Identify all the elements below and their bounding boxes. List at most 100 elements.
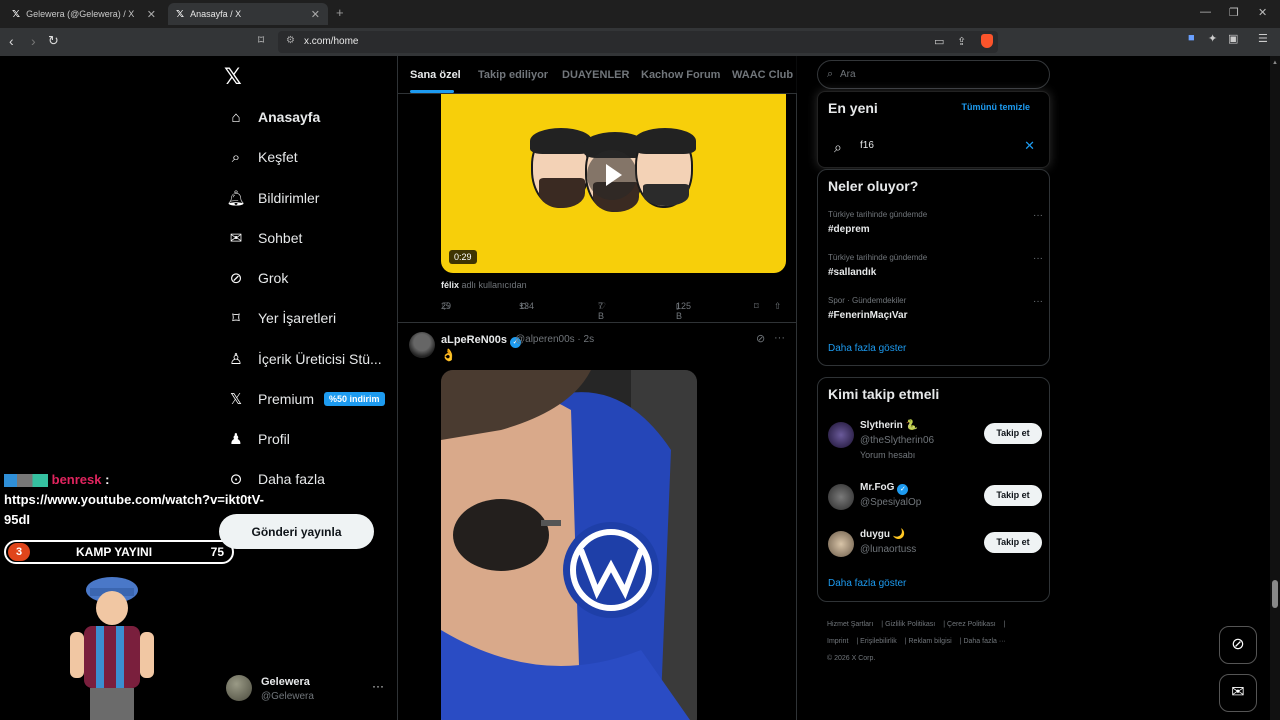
- clear-all-button[interactable]: Tümünü temizle: [961, 102, 1030, 112]
- nav-messages[interactable]: ✉ Sohbet: [226, 223, 303, 253]
- goal-count: 75: [210, 545, 224, 559]
- play-icon[interactable]: [587, 150, 637, 200]
- grok-icon: ⊘: [229, 270, 243, 287]
- video-player[interactable]: 0:29: [441, 94, 786, 273]
- cartoon-face: [634, 128, 696, 208]
- menu-icon[interactable]: ☰: [1258, 32, 1268, 45]
- share-icon[interactable]: ⇪: [957, 35, 966, 48]
- messages-fab-icon[interactable]: ✉: [1219, 674, 1257, 712]
- nav-label: Anasayfa: [258, 109, 321, 125]
- suggestion-handle: @lunaortuss: [860, 544, 917, 555]
- bookmark-page-icon[interactable]: ⌑: [258, 33, 264, 47]
- reload-icon[interactable]: ↻: [48, 33, 59, 49]
- back-icon[interactable]: ‹: [9, 33, 14, 49]
- scrollbar-thumb[interactable]: [1272, 580, 1278, 608]
- post-author-name[interactable]: aLpeReN00s ✓: [441, 334, 522, 348]
- recent-query[interactable]: f16: [860, 140, 874, 151]
- show-more-follow-link[interactable]: Daha fazla göster: [828, 578, 906, 589]
- nav-label: Bildirimler: [258, 190, 320, 206]
- follow-suggestion[interactable]: Slytherin 🐍 @theSlytherin06 Yorum hesabı…: [828, 420, 1043, 464]
- maximize-icon[interactable]: ❐: [1229, 6, 1239, 19]
- goal-title: KAMP YAYINI: [76, 545, 153, 559]
- reader-mode-icon[interactable]: ▭: [934, 35, 944, 48]
- more-icon[interactable]: ···: [1033, 296, 1043, 307]
- more-icon[interactable]: ···: [774, 332, 785, 344]
- remove-query-icon[interactable]: ✕: [1024, 138, 1035, 154]
- close-tab-icon[interactable]: ✕: [147, 8, 156, 21]
- post-button[interactable]: Gönderi yayınla: [219, 514, 374, 549]
- more-icon[interactable]: ···: [372, 679, 384, 693]
- footer-link[interactable]: Çerez Politikası: [947, 621, 996, 628]
- nav-notifications[interactable]: 🔔︎ Bildirimler: [226, 183, 319, 213]
- scroll-up-icon[interactable]: ▲: [1272, 60, 1278, 66]
- nav-bookmarks[interactable]: ⌑ Yer İşaretleri: [226, 303, 336, 333]
- x-icon: 𝕏: [229, 391, 243, 408]
- nav-creator-studio[interactable]: ♙ İçerik Üreticisi Stü...: [226, 344, 382, 374]
- trend-tag: #FenerinMaçıVar: [828, 310, 908, 321]
- bookmark-icon[interactable]: ⌑: [754, 301, 759, 312]
- follow-suggestion[interactable]: Mr.FoG ✓ @SpesiyalOp Takip et: [828, 482, 1043, 526]
- avatar[interactable]: [409, 332, 435, 358]
- trend-item[interactable]: Spor · Gündemdekiler #FenerinMaçıVar ···: [828, 296, 1043, 321]
- tab-kachow-forum[interactable]: Kachow Forum: [641, 69, 720, 81]
- nav-home[interactable]: ⌂ Anasayfa: [226, 102, 320, 132]
- person-icon: ♟: [229, 431, 243, 448]
- more-icon[interactable]: ···: [1033, 210, 1043, 221]
- new-tab-icon[interactable]: +: [336, 5, 344, 20]
- footer-link[interactable]: Hizmet Şartları: [827, 621, 873, 628]
- browser-tab-home[interactable]: 𝕏 Anasayfa / X ✕: [168, 3, 328, 25]
- post-image[interactable]: [441, 370, 697, 720]
- brave-shields-icon[interactable]: [981, 34, 993, 48]
- show-more-trends-link[interactable]: Daha fazla göster: [828, 343, 906, 354]
- nav-profile[interactable]: ♟ Profil: [226, 424, 290, 454]
- share-icon[interactable]: ⇧: [774, 301, 782, 312]
- follow-button[interactable]: Takip et: [984, 485, 1042, 506]
- stream-goal-bar: 3 KAMP YAYINI 75: [4, 540, 234, 564]
- nav-explore[interactable]: ⌕ Keşfet: [226, 142, 298, 172]
- scrollbar[interactable]: ▲: [1270, 56, 1280, 720]
- extension-icon[interactable]: ■: [1188, 32, 1195, 44]
- stream-mascot-image: [70, 577, 154, 720]
- minimize-icon[interactable]: —: [1200, 6, 1211, 18]
- footer-link[interactable]: Erişilebilirlik: [860, 638, 897, 645]
- close-tab-icon[interactable]: ✕: [311, 8, 320, 21]
- sidebar-toggle-icon[interactable]: ▣: [1228, 32, 1238, 45]
- footer-link[interactable]: Daha fazla ···: [963, 638, 1005, 645]
- follow-button[interactable]: Takip et: [984, 532, 1042, 553]
- suggestion-name: duygu 🌙: [860, 529, 906, 540]
- search-icon: ⌕: [834, 139, 842, 155]
- account-switcher[interactable]: Gelewera @Gelewera ···: [226, 673, 386, 707]
- tab-waac-club[interactable]: WAAC Club: [732, 69, 793, 81]
- tab-following[interactable]: Takip ediliyor: [478, 69, 548, 81]
- nav-grok[interactable]: ⊘ Grok: [226, 263, 289, 293]
- avatar: [226, 675, 252, 701]
- account-name: Gelewera: [261, 676, 310, 688]
- browser-tab-profile[interactable]: 𝕏 Gelewera (@Gelewera) / X ✕: [4, 3, 164, 25]
- search-box[interactable]: ⌕ Ara: [817, 60, 1050, 89]
- bell-icon: 🔔︎: [226, 190, 246, 207]
- address-bar[interactable]: ⚙ x.com/home ▭ ⇪: [278, 31, 998, 53]
- video-attribution[interactable]: félix adlı kullanıcıdan: [441, 280, 527, 290]
- grok-icon[interactable]: ⊘: [756, 332, 765, 345]
- x-logo-icon[interactable]: 𝕏: [224, 64, 242, 90]
- post-author-handle[interactable]: @alperen00s · 2s: [515, 334, 594, 345]
- trend-item[interactable]: Türkiye tarihinde gündemde #sallandık ··…: [828, 253, 1043, 278]
- footer-link[interactable]: Imprint: [827, 638, 848, 645]
- forward-icon[interactable]: ›: [31, 33, 36, 49]
- grok-fab-icon[interactable]: ⊘: [1219, 626, 1257, 664]
- extensions-icon[interactable]: ✦: [1208, 32, 1217, 45]
- tab-for-you[interactable]: Sana özel: [410, 69, 461, 81]
- footer-link[interactable]: Reklam bilgisi: [909, 638, 952, 645]
- nav-premium[interactable]: 𝕏 Premium %50 indirim: [226, 384, 385, 414]
- tab-title: Anasayfa / X: [190, 9, 242, 19]
- tab-duayenler[interactable]: DUAYENLER: [562, 69, 629, 81]
- site-info-icon[interactable]: ⚙: [286, 35, 295, 46]
- follow-button[interactable]: Takip et: [984, 423, 1042, 444]
- follow-suggestion[interactable]: duygu 🌙 @lunaortuss Takip et: [828, 529, 1043, 573]
- bookmark-icon: ⌑: [232, 310, 240, 327]
- window-close-icon[interactable]: ✕: [1258, 6, 1267, 19]
- footer-link[interactable]: Gizlilik Politikası: [885, 621, 935, 628]
- nav-label: İçerik Üreticisi Stü...: [258, 351, 382, 367]
- trend-item[interactable]: Türkiye tarihinde gündemde #deprem ···: [828, 210, 1043, 235]
- more-icon[interactable]: ···: [1033, 253, 1043, 264]
